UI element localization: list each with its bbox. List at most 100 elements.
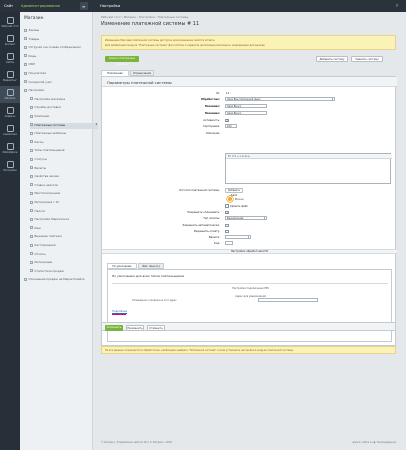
add-system-button[interactable]: Добавить систему (316, 56, 348, 62)
id-value: 11 (226, 92, 230, 95)
sidebar-item[interactable]: Настройки Маркетинга (30, 217, 98, 223)
help-icon[interactable]: ? (396, 4, 398, 8)
return-checkbox[interactable] (225, 223, 229, 227)
email-label: Адрес для уведомлений (235, 295, 266, 298)
sidebar-item[interactable]: Покупатели (24, 71, 92, 77)
nav-item-icon (30, 123, 33, 127)
handler-select[interactable]: Своя Вне платежной (вне) (225, 97, 335, 101)
sidebar-item[interactable]: Интеграции (30, 260, 98, 266)
footer-copyright: © Битрикс, Управление сайтом 18.1.3, Бит… (101, 441, 172, 444)
iconbar-item-analytics[interactable]: Аналитика (0, 122, 20, 139)
sidebar-item[interactable]: Заказы (24, 28, 92, 34)
settings-link[interactable]: Настройки (100, 4, 120, 8)
nav-item-icon (30, 131, 33, 135)
iconbar-item-marketplace[interactable]: Marketplace (0, 140, 20, 157)
sidebar-item[interactable]: Налоги (30, 209, 98, 215)
sidebar-item[interactable]: Настройки магазина (30, 97, 98, 103)
add-file-button[interactable]: Добавить файл (225, 188, 243, 197)
delete-system-button[interactable]: Удалить систему (351, 56, 383, 62)
paid-label: Разрешить оплату: (193, 230, 220, 233)
logo-label: Логотип платежной системы: (179, 189, 220, 192)
sidebar-item-label: Свойства заказа (34, 174, 59, 179)
sidebar-item[interactable]: Ставки налогов (30, 183, 98, 189)
sidebar-item[interactable]: Интеграция с 1С (30, 200, 98, 206)
iconbar-item-content[interactable]: Контент (0, 32, 20, 49)
iconbar-label: Настройки (3, 169, 17, 172)
iconbar-item-marketing[interactable]: Маркетинг (0, 68, 20, 85)
sidebar-item[interactable]: Типы плательщиков (30, 148, 98, 154)
sidebar-item[interactable]: Отгрузки (на складе отображения) (24, 45, 92, 51)
services-icon (6, 107, 14, 114)
form-header: Параметры платежной системы (102, 77, 397, 87)
sidebar-item[interactable]: Внешние платежи (30, 234, 98, 240)
name-input[interactable]: Своя Вносо (225, 104, 267, 108)
sidebar-item[interactable]: Местоположения (30, 191, 98, 197)
sidebar-item[interactable]: Кассы (30, 140, 98, 146)
main-content: Рабочий стол › Магазин › Настройки › Пла… (93, 12, 406, 450)
list-button[interactable]: Список платежных систем (105, 56, 139, 66)
save-button[interactable]: Сохранить (105, 324, 123, 331)
type-select[interactable]: Безналичная (225, 216, 267, 220)
nav-item-icon (30, 269, 33, 273)
allow-checkbox[interactable]: ✓ (225, 210, 229, 214)
iconbar-item-services[interactable]: Сервисы (0, 104, 20, 121)
sites-icon (6, 53, 14, 60)
sidebar-item[interactable]: Валюты (30, 166, 98, 172)
settings-icon (6, 161, 14, 168)
sidebar-item[interactable]: Кастомизация (30, 243, 98, 249)
email-input[interactable] (258, 298, 318, 302)
sidebar-item[interactable]: Компании (30, 114, 98, 120)
editor-toolbar[interactable]: B I U S ≡ ≡ ⧉ ☰ ⊞ (226, 154, 392, 159)
apply-button[interactable]: Применить (126, 324, 144, 331)
iconbar-item-settings[interactable]: Настройки (0, 158, 20, 175)
sidebar-item[interactable]: Платежные системы (30, 122, 98, 129)
content-icon (6, 35, 14, 42)
sidebar-item[interactable]: Настройки (24, 88, 92, 94)
sidebar-item[interactable]: Платежные шаблоны (30, 131, 98, 137)
nav-item-icon (30, 174, 33, 178)
sidebar-item[interactable]: Службы доставки (30, 105, 98, 111)
nav-item-icon (30, 148, 33, 152)
paid-checkbox[interactable] (225, 229, 229, 233)
delete-file-checkbox[interactable] (225, 204, 229, 208)
iconbar-item-sites[interactable]: Сайты (0, 50, 20, 67)
sidebar-item[interactable]: Складской учет (24, 80, 92, 86)
breadcrumb[interactable]: Рабочий стол › Магазин › Настройки › Пла… (101, 15, 188, 19)
more-link[interactable]: Подробнее (112, 310, 127, 313)
iconbar-label: Сервисы (4, 115, 16, 118)
menu-button[interactable]: ≡ (80, 2, 88, 10)
sidebar-item[interactable]: Отношения продаж на Маркетплейсе (24, 277, 92, 283)
page-title: Изменение платежной системы # 11 (101, 21, 200, 27)
sidebar-item-label: Валюты (34, 165, 47, 170)
sidebar-item[interactable]: Статусы (30, 157, 98, 163)
site-tab[interactable]: Сайт (4, 4, 13, 8)
description-editor[interactable]: B I U S ≡ ≡ ⧉ ☰ ⊞ (225, 153, 392, 184)
cancel-button[interactable]: Отменить (147, 324, 165, 331)
footer-links[interactable]: www.1c-bitrix.ru ◉ Техподдержка (352, 441, 396, 444)
active-checkbox[interactable]: ✓ (225, 118, 229, 122)
sidebar-item-label: Статистика продаж (34, 268, 65, 273)
admin-tab[interactable]: Администрирование (21, 4, 60, 8)
sidebar-item[interactable]: Кеш (30, 226, 98, 232)
nav-item-icon (30, 252, 33, 256)
allow-label: Разрешить оплачивать: (187, 211, 220, 214)
pay-name-label: Название: (204, 112, 220, 115)
currency-select[interactable] (225, 235, 251, 239)
pay-name-input[interactable]: Своя Вносо (225, 111, 267, 115)
sidebar-item[interactable]: Коды (24, 54, 92, 60)
sort-input[interactable]: 100 (225, 124, 237, 128)
sidebar-item[interactable]: CRM (24, 62, 92, 68)
sidebar-item-label: Типы плательщиков (34, 148, 65, 153)
menu-icon: ≡ (82, 3, 86, 9)
sidebar-item[interactable]: Товары (24, 37, 92, 43)
sidebar-item-label: Платежные системы (34, 122, 66, 127)
iconbar-item-desktop[interactable]: Рабочий стол (0, 14, 20, 31)
sidebar-item[interactable]: Отчеты (30, 252, 98, 258)
sidebar-item[interactable]: Статистика продаж (30, 269, 98, 275)
iconbar-item-store[interactable]: Магазин (0, 86, 20, 103)
default-text: По умолчанию для всех типов плательщиков (112, 274, 184, 278)
sidebar-item[interactable]: Свойства заказа (30, 174, 98, 180)
codename-label: Код: (213, 242, 220, 245)
sidebar-item-label: Кассы (34, 139, 44, 144)
codename-input[interactable] (225, 241, 233, 245)
